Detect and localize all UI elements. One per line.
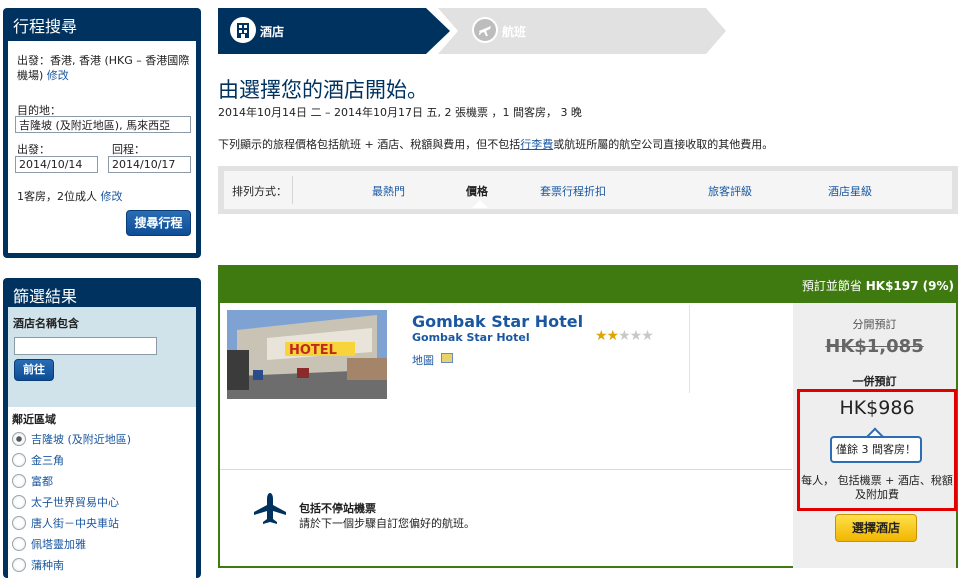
star-empty-icon: ★★★ — [618, 328, 654, 344]
sort-label: 排列方式： — [232, 185, 287, 198]
area-radio[interactable] — [12, 432, 26, 446]
svg-text:HOTEL: HOTEL — [289, 343, 337, 358]
area-option[interactable]: 佩塔靈加雅 — [12, 535, 86, 553]
page-title: 由選擇您的酒店開始。 — [218, 78, 428, 102]
trip-search-title: 行程搜尋 — [13, 17, 78, 36]
guests-text: 1客房，2位成人 — [17, 190, 97, 203]
sort-price[interactable]: 價格 — [466, 183, 488, 199]
sort-star-rating[interactable]: 酒店星級 — [828, 183, 872, 199]
hotel-name-filter: 酒店名稱包含 前往 — [8, 307, 196, 407]
notice-text-1: 下列顯示的旅程價格包括航班 + 酒店、稅額與費用，但不包括 — [218, 138, 521, 151]
trip-subtitle: 2014年10月14日 二 – 2014年10月17日 五, 2 張機票 ，1 … — [218, 106, 582, 119]
from-summary: 出發：香港, 香港 (HKG – 香港國際機場) 修改 — [17, 53, 195, 83]
map-icon[interactable] — [441, 353, 453, 363]
star-rating: ★★★★★ — [595, 328, 654, 344]
separate-booking-label: 分開預訂 — [852, 318, 897, 331]
area-option[interactable]: 富都 — [12, 472, 53, 490]
trip-search-panel: 行程搜尋 出發：香港, 香港 (HKG – 香港國際機場) 修改 目的地： 出發… — [3, 8, 201, 258]
depart-label: 出發： — [17, 143, 50, 156]
rooms-left-badge: 僅餘 3 間客房！ — [830, 436, 922, 463]
per-person-note: 每人， 包括機票 + 酒店、稅額及附加費 — [801, 474, 953, 501]
price-highlight: HK$986 僅餘 3 間客房！ 每人， 包括機票 + 酒店、稅額及附加費 — [797, 389, 957, 511]
flight-included-title: 包括不停站機票 — [299, 502, 376, 515]
return-label: 回程： — [112, 143, 145, 156]
sort-active-caret — [472, 200, 488, 208]
map-link[interactable]: 地圖 — [412, 352, 434, 368]
area-radio[interactable] — [12, 537, 26, 551]
area-filter-label: 鄰近區域 — [12, 413, 56, 426]
hotel-name-link[interactable]: Gombak Star Hotel — [412, 312, 583, 331]
area-radio[interactable] — [12, 516, 26, 530]
sort-guest-rating[interactable]: 旅客評級 — [708, 183, 752, 199]
hotel-subname: Gombak Star Hotel — [412, 331, 530, 344]
area-option-label[interactable]: 金三角 — [31, 452, 64, 468]
filter-panel: 篩選結果 酒店名稱包含 前往 鄰近區域 吉隆坡 (及附近地區) 金三角富都太子世界… — [3, 278, 201, 578]
select-hotel-button[interactable]: 選擇酒店 — [835, 514, 917, 542]
savings-text: 預訂並節省 HK$197 (9%) — [802, 277, 954, 294]
sort-package-discount[interactable]: 套票行程折扣 — [540, 183, 606, 199]
area-radio[interactable] — [12, 474, 26, 488]
area-option[interactable]: 蒲种南 — [12, 556, 64, 574]
bundle-booking-label: 一併預訂 — [852, 375, 897, 388]
area-option[interactable]: 吉隆坡 (及附近地區) — [12, 430, 131, 448]
area-option[interactable]: 金三角 — [12, 451, 64, 469]
from-modify-link[interactable]: 修改 — [47, 69, 69, 82]
bundle-price: HK$986 — [839, 397, 915, 419]
notice-text-2: 或航班所屬的航空公司直接收取的其他費用。 — [553, 138, 774, 151]
savings-value: HK$197 (9%) — [865, 279, 954, 293]
step-hotel-label: 酒店 — [260, 25, 285, 39]
flight-included-desc: 請於下一個步驟自訂您偏好的航班。 — [299, 517, 475, 530]
hotel-building-icon — [230, 17, 256, 43]
area-option[interactable]: 太子世界貿易中心 — [12, 493, 119, 511]
price-notice: 下列顯示的旅程價格包括航班 + 酒店、稅額與費用，但不包括行李費或航班所屬的航空… — [218, 136, 773, 152]
guests-modify-link[interactable]: 修改 — [101, 190, 123, 203]
savings-header: 預訂並節省 HK$197 (9%) — [218, 265, 958, 303]
area-option-label[interactable]: 富都 — [31, 473, 53, 489]
step-flights-label: 航班 — [502, 25, 527, 39]
star-filled-icon: ★★ — [595, 328, 619, 344]
area-option-label[interactable]: 唐人街－中央車站 — [31, 515, 119, 531]
area-radio[interactable] — [12, 558, 26, 572]
airplane-icon — [252, 491, 288, 530]
card-divider-horizontal — [220, 469, 792, 470]
search-trip-button[interactable]: 搜尋行程 — [126, 210, 191, 236]
savings-label: 預訂並節省 — [801, 279, 862, 293]
baggage-fee-link[interactable]: 行李費 — [520, 138, 553, 151]
hotel-name-go-button[interactable]: 前往 — [14, 359, 54, 381]
sort-divider — [292, 176, 293, 204]
depart-date-input[interactable] — [15, 156, 98, 173]
sort-bar: 排列方式： 最熱門 價格 套票行程折扣 旅客評級 酒店星級 — [218, 166, 958, 214]
hotel-photo[interactable]: HOTEL — [227, 310, 387, 399]
guests-summary: 1客房，2位成人 修改 — [17, 188, 123, 204]
separate-price: HK$1,085 — [825, 336, 924, 357]
step-flights[interactable]: 航班 — [460, 8, 710, 54]
from-label: 出發： — [17, 54, 50, 67]
area-option[interactable]: 唐人街－中央車站 — [12, 514, 119, 532]
area-option-label[interactable]: 太子世界貿易中心 — [31, 494, 119, 510]
area-option-label[interactable]: 佩塔靈加雅 — [31, 536, 86, 552]
hotel-name-input[interactable] — [14, 337, 157, 355]
area-radio[interactable] — [12, 453, 26, 467]
area-radio[interactable] — [12, 495, 26, 509]
card-divider-vertical — [689, 305, 690, 393]
area-option-label[interactable]: 吉隆坡 (及附近地區) — [31, 431, 131, 447]
step-hotel[interactable]: 酒店 — [218, 8, 428, 54]
destination-input[interactable] — [15, 116, 191, 133]
sort-bar-inner: 排列方式： 最熱門 價格 套票行程折扣 旅客評級 酒店星級 — [224, 171, 952, 209]
area-option-label[interactable]: 蒲种南 — [31, 557, 64, 573]
filter-title: 篩選結果 — [13, 287, 78, 306]
airplane-icon — [472, 17, 498, 43]
return-date-input[interactable] — [108, 156, 191, 173]
sort-popular[interactable]: 最熱門 — [372, 183, 405, 199]
hotel-name-label: 酒店名稱包含 — [13, 317, 79, 330]
filter-body: 酒店名稱包含 前往 鄰近區域 吉隆坡 (及附近地區) 金三角富都太子世界貿易中心唐… — [8, 307, 196, 578]
trip-search-body: 出發：香港, 香港 (HKG – 香港國際機場) 修改 目的地： 出發： 回程：… — [8, 41, 196, 253]
